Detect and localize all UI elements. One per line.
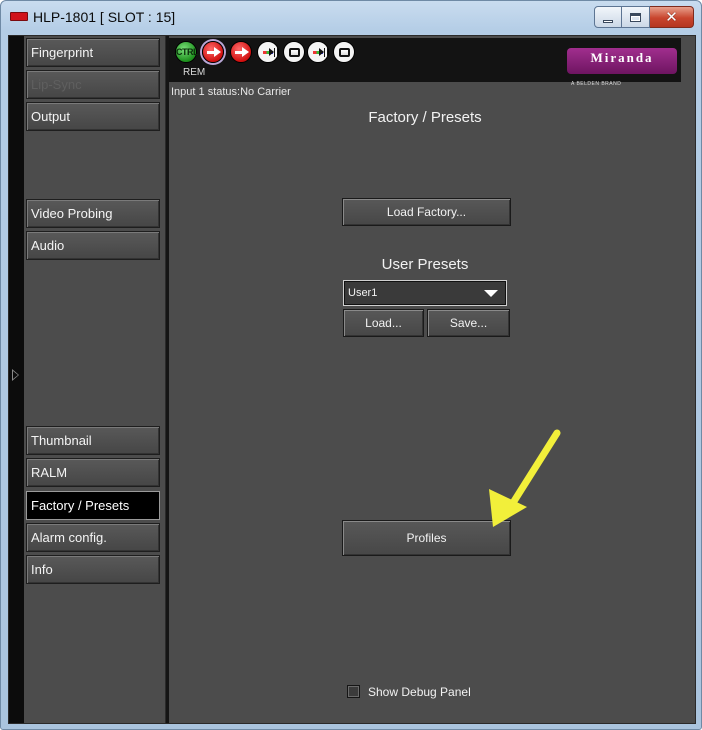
miranda-logo: Miranda A BELDEN BRAND — [567, 48, 677, 87]
status-toolbar: CTRL REM Miranda A BELDEN BRAND — [169, 38, 681, 87]
sidebar-item-thumbnail[interactable]: Thumbnail — [26, 426, 160, 455]
debug-panel-checkbox[interactable] — [347, 685, 360, 698]
sidebar: Fingerprint Lip-Sync Output Video Probin… — [24, 36, 165, 723]
minimize-button[interactable] — [594, 6, 622, 28]
app-window: HLP-1801 [ SLOT : 15] ✕ Fingerprint Lip-… — [0, 0, 702, 730]
app-icon — [10, 12, 28, 21]
client-area: Fingerprint Lip-Sync Output Video Probin… — [8, 35, 696, 724]
sidebar-item-audio[interactable]: Audio — [26, 231, 160, 260]
preset-select-value: User1 — [348, 287, 378, 299]
input-red-arrow-icon[interactable] — [202, 41, 224, 63]
close-icon: ✕ — [665, 8, 678, 26]
sidebar-item-alarm-config[interactable]: Alarm config. — [26, 523, 160, 552]
load-factory-button[interactable]: Load Factory... — [342, 198, 511, 226]
maximize-icon — [630, 12, 641, 22]
user-presets-title: User Presets — [381, 256, 469, 273]
tv-status-icon[interactable] — [283, 41, 305, 63]
sidebar-item-video-probing[interactable]: Video Probing — [26, 199, 160, 228]
tv-status-icon[interactable] — [333, 41, 355, 63]
close-button[interactable]: ✕ — [650, 6, 694, 28]
window-controls: ✕ — [594, 6, 694, 28]
expand-arrow-icon[interactable] — [12, 369, 19, 381]
title-bar[interactable]: HLP-1801 [ SLOT : 15] ✕ — [1, 1, 701, 35]
save-preset-button[interactable]: Save... — [427, 309, 510, 337]
input-status-text: Input 1 status:No Carrier — [171, 86, 291, 98]
sidebar-item-info[interactable]: Info — [26, 555, 160, 584]
debug-panel-label[interactable]: Show Debug Panel — [368, 685, 471, 699]
sidebar-item-lip-sync: Lip-Sync — [26, 70, 160, 99]
minimize-icon — [603, 19, 613, 23]
sidebar-item-fingerprint[interactable]: Fingerprint — [26, 38, 160, 67]
sidebar-item-ralm[interactable]: RALM — [26, 458, 160, 487]
sidebar-item-output[interactable]: Output — [26, 102, 160, 131]
logo-text: Miranda — [590, 50, 654, 65]
ctrl-status-icon[interactable]: CTRL — [175, 41, 199, 63]
red-arrow-icon[interactable] — [230, 41, 252, 63]
maximize-button[interactable] — [622, 6, 650, 28]
logo-subtext: A BELDEN BRAND — [571, 81, 622, 87]
sidebar-item-factory-presets[interactable]: Factory / Presets — [26, 491, 160, 520]
signal-pause-icon[interactable] — [257, 41, 279, 63]
profiles-button[interactable]: Profiles — [342, 520, 511, 556]
load-preset-button[interactable]: Load... — [343, 309, 424, 337]
preset-select[interactable]: User1 — [343, 280, 507, 306]
chevron-down-icon — [484, 290, 498, 297]
rem-label: REM — [183, 67, 206, 78]
page-title: Factory / Presets — [368, 109, 482, 126]
collapse-strip[interactable] — [9, 36, 24, 723]
signal-pause-icon[interactable] — [307, 41, 329, 63]
sidebar-divider — [165, 36, 169, 723]
window-title: HLP-1801 [ SLOT : 15] — [33, 9, 176, 25]
